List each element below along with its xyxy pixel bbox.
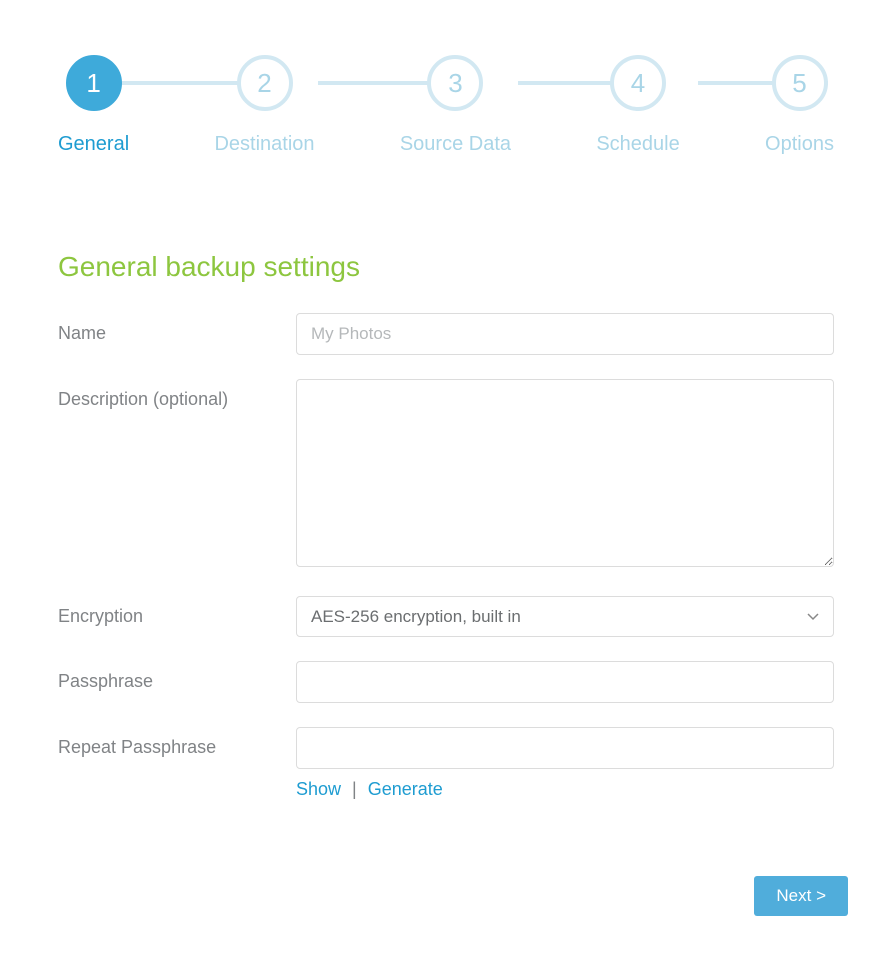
step-label: Source Data	[400, 133, 511, 156]
description-label: Description (optional)	[58, 379, 296, 410]
step-number-icon: 3	[427, 55, 483, 111]
step-destination[interactable]: 2 Destination	[214, 55, 314, 156]
step-schedule[interactable]: 4 Schedule	[596, 55, 679, 156]
step-number-icon: 2	[237, 55, 293, 111]
name-input[interactable]	[296, 313, 834, 355]
repeat-passphrase-label: Repeat Passphrase	[58, 727, 296, 758]
passphrase-input[interactable]	[296, 661, 834, 703]
step-label: Schedule	[596, 133, 679, 156]
step-label: Destination	[214, 133, 314, 156]
step-source-data[interactable]: 3 Source Data	[400, 55, 511, 156]
step-options[interactable]: 5 Options	[765, 55, 834, 156]
name-label: Name	[58, 313, 296, 344]
link-separator: |	[352, 779, 357, 799]
repeat-passphrase-input[interactable]	[296, 727, 834, 769]
step-label: General	[58, 133, 129, 156]
wizard-stepper: 1 General 2 Destination 3 Source Data 4 …	[58, 55, 834, 156]
generate-link[interactable]: Generate	[368, 779, 443, 799]
page-title: General backup settings	[58, 251, 834, 283]
show-link[interactable]: Show	[296, 779, 341, 799]
encryption-select[interactable]: AES-256 encryption, built in	[296, 596, 834, 637]
step-label: Options	[765, 133, 834, 156]
encryption-label: Encryption	[58, 596, 296, 627]
step-number-icon: 5	[772, 55, 828, 111]
step-number-icon: 4	[610, 55, 666, 111]
passphrase-label: Passphrase	[58, 661, 296, 692]
next-button[interactable]: Next >	[754, 876, 848, 916]
step-number-icon: 1	[66, 55, 122, 111]
step-general[interactable]: 1 General	[58, 55, 129, 156]
description-textarea[interactable]	[296, 379, 834, 567]
